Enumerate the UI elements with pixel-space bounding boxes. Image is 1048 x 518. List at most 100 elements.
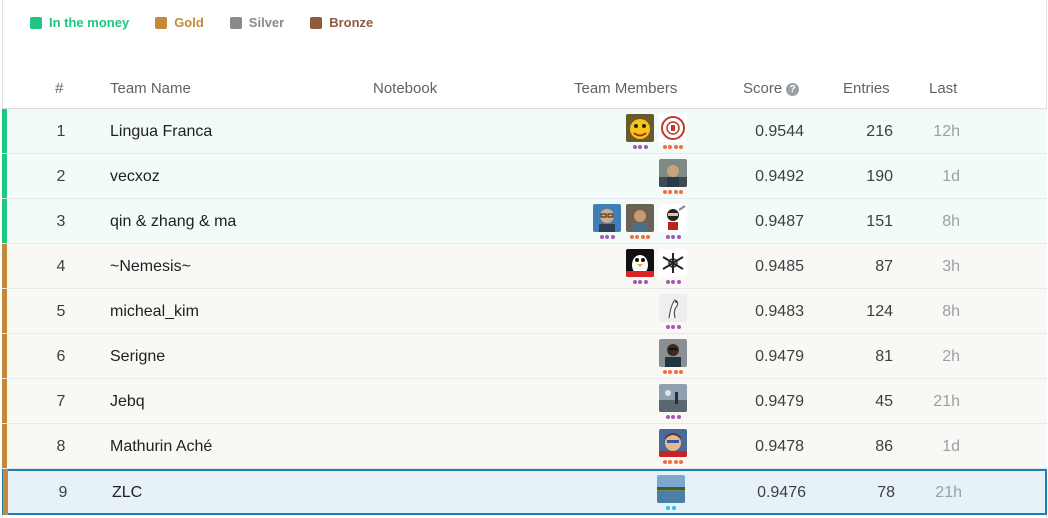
row-team-members xyxy=(659,384,687,419)
help-icon[interactable]: ? xyxy=(786,83,800,96)
team-member[interactable] xyxy=(657,475,685,510)
table-row[interactable]: 6 Serigne 0.9479 81 2h xyxy=(2,334,1047,379)
avatar-photo-avatar-dark[interactable] xyxy=(659,339,687,367)
tier-dots xyxy=(662,460,684,464)
avatar-photo-avatar-landscape[interactable] xyxy=(659,384,687,412)
table-row[interactable]: 2 vecxoz 0.9492 190 1d xyxy=(2,154,1047,199)
avatar-cartoon-avatar-yellow[interactable] xyxy=(626,114,654,142)
avatar-photo-avatar-glasses[interactable] xyxy=(593,204,621,232)
tier-dot xyxy=(646,235,651,239)
row-team-name[interactable]: micheal_kim xyxy=(110,289,199,334)
row-team-name[interactable]: Lingua Franca xyxy=(110,109,212,154)
header-rank[interactable]: # xyxy=(55,80,63,97)
team-member[interactable] xyxy=(659,249,687,284)
row-team-name[interactable]: Jebq xyxy=(110,379,145,424)
tier-dot xyxy=(632,145,637,149)
tier-dot xyxy=(671,325,675,329)
row-team-name[interactable]: qin & zhang & ma xyxy=(110,199,236,244)
tier-dot xyxy=(643,145,648,149)
tier-dot xyxy=(665,415,670,419)
row-team-name[interactable]: ~Nemesis~ xyxy=(110,244,191,289)
tier-dots xyxy=(665,280,681,284)
team-member[interactable] xyxy=(659,204,687,239)
table-row[interactable]: 1 Lingua Franca 0.9544 216 12h xyxy=(2,109,1047,154)
team-member[interactable] xyxy=(659,114,687,149)
row-team-name[interactable]: vecxoz xyxy=(110,154,160,199)
header-last[interactable]: Last xyxy=(929,80,957,97)
team-member[interactable] xyxy=(659,429,687,464)
tier-dot xyxy=(673,190,678,194)
tier-stripe xyxy=(2,199,7,243)
tier-dot xyxy=(676,235,681,239)
avatar-photo-avatar-person[interactable] xyxy=(659,159,687,187)
team-member[interactable] xyxy=(659,339,687,374)
row-team-members xyxy=(657,475,685,510)
avatar-cartoon-avatar-ninja[interactable] xyxy=(659,204,687,232)
row-entries: 78 xyxy=(877,484,895,501)
row-team-name[interactable]: Serigne xyxy=(110,334,165,379)
avatar-symbol-avatar-mask[interactable] xyxy=(659,249,687,277)
table-row[interactable]: 5 micheal_kim 0.9483 124 8h xyxy=(2,289,1047,334)
tier-dots xyxy=(665,235,681,239)
header-score-label: Score xyxy=(743,80,783,97)
row-last: 21h xyxy=(933,393,960,410)
row-rank: 9 xyxy=(58,484,68,501)
row-team-members xyxy=(659,339,687,374)
tier-dot xyxy=(610,235,615,239)
header-team-name[interactable]: Team Name xyxy=(110,80,191,97)
avatar-cartoon-avatar-penguin[interactable] xyxy=(626,249,654,277)
row-last: 12h xyxy=(933,123,960,140)
table-row[interactable]: 8 Mathurin Aché 0.9478 86 1d xyxy=(2,424,1047,469)
tier-dot xyxy=(662,145,667,149)
team-member[interactable] xyxy=(659,384,687,419)
row-rank: 2 xyxy=(56,168,66,185)
tier-dot xyxy=(662,460,667,464)
tier-stripe xyxy=(2,244,7,288)
tier-dot xyxy=(671,415,675,419)
team-member[interactable] xyxy=(626,114,654,149)
tier-stripe xyxy=(2,424,7,468)
table-row[interactable]: 7 Jebq 0.9479 45 21h xyxy=(2,379,1047,424)
team-member[interactable] xyxy=(659,159,687,194)
header-entries[interactable]: Entries xyxy=(843,80,890,97)
header-score[interactable]: Score? xyxy=(743,80,800,97)
table-row[interactable]: 4 ~Nemesis~ 0.9485 87 3h xyxy=(2,244,1047,289)
tier-dots xyxy=(662,370,684,374)
header-notebook[interactable]: Notebook xyxy=(373,80,437,97)
table-row[interactable]: 3 qin & zhang & ma 0.9487 151 8h xyxy=(2,199,1047,244)
row-score: 0.9478 xyxy=(755,438,804,455)
tier-dot xyxy=(632,280,637,284)
tier-dot xyxy=(679,145,684,149)
row-rank: 6 xyxy=(56,348,66,365)
tier-dot xyxy=(671,280,675,284)
tier-legend: In the money Gold Silver Bronze xyxy=(30,15,373,30)
avatar-crest-avatar-red[interactable] xyxy=(659,114,687,142)
team-member[interactable] xyxy=(626,204,654,239)
tier-dot xyxy=(635,235,640,239)
tier-dot xyxy=(676,415,681,419)
legend-label: Silver xyxy=(248,15,285,30)
tier-dots xyxy=(665,325,681,329)
legend-in-the-money: In the money xyxy=(30,15,129,30)
row-team-name[interactable]: Mathurin Aché xyxy=(110,424,212,469)
row-last: 2h xyxy=(942,348,960,365)
legend-label: Gold xyxy=(174,15,204,30)
tier-dots xyxy=(662,145,684,149)
tier-dot xyxy=(643,280,648,284)
team-member[interactable] xyxy=(626,249,654,284)
row-team-members xyxy=(626,249,687,284)
row-team-name[interactable]: ZLC xyxy=(112,470,142,515)
row-entries: 124 xyxy=(866,303,893,320)
tier-dot xyxy=(668,190,673,194)
team-member[interactable] xyxy=(593,204,621,239)
team-member[interactable] xyxy=(659,294,687,329)
avatar-photo-avatar-lake[interactable] xyxy=(657,475,685,503)
header-team-members[interactable]: Team Members xyxy=(574,80,677,97)
table-row[interactable]: 9 ZLC 0.9476 78 21h xyxy=(2,469,1047,515)
avatar-sketch-avatar-bird[interactable] xyxy=(659,294,687,322)
row-score: 0.9476 xyxy=(757,484,806,501)
table-header: # Team Name Notebook Team Members Score?… xyxy=(2,71,1047,109)
avatar-cartoon-avatar-superhero[interactable] xyxy=(659,429,687,457)
avatar-photo-avatar-person2[interactable] xyxy=(626,204,654,232)
row-rank: 3 xyxy=(56,213,66,230)
